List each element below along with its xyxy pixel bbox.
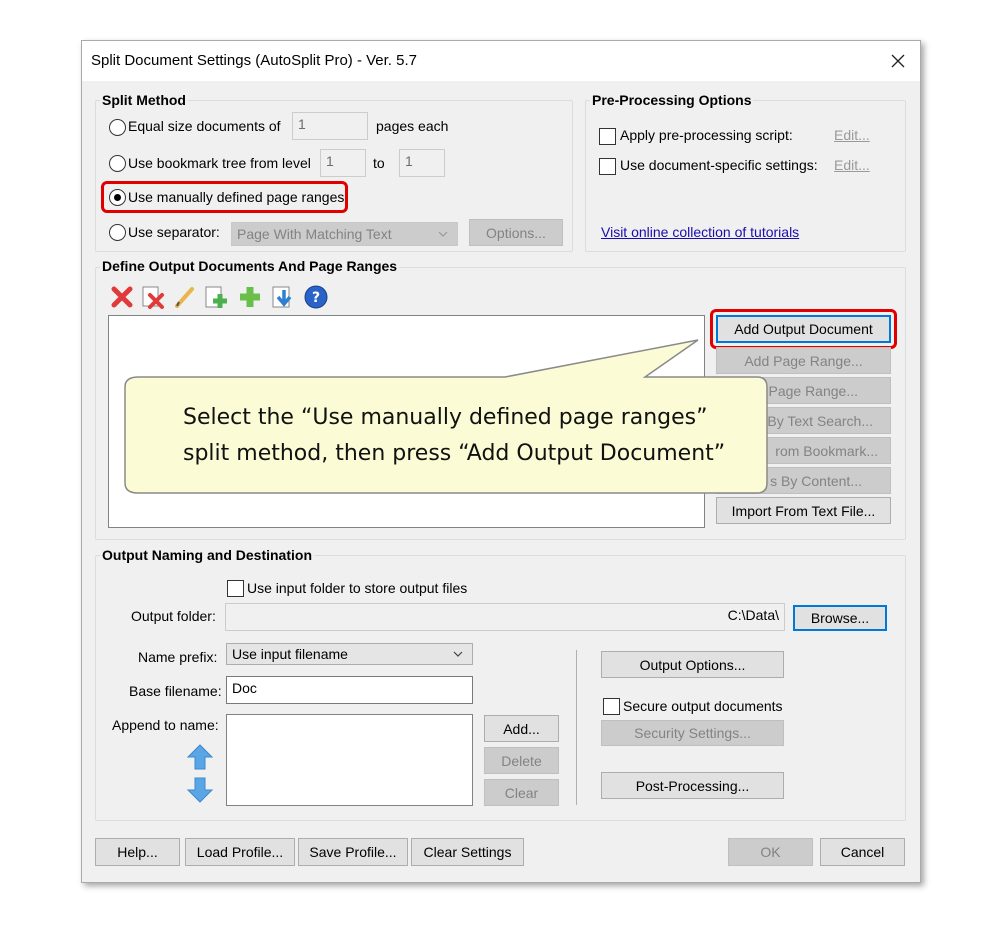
separator-label: Use separator: xyxy=(128,224,220,240)
from-bookmark-button-label: rom Bookmark... xyxy=(775,442,878,459)
vertical-divider xyxy=(576,650,577,805)
use-input-folder-checkbox[interactable] xyxy=(227,580,244,597)
equal-size-label: Equal size documents of xyxy=(128,118,281,134)
title-bar: Split Document Settings (AutoSplit Pro) … xyxy=(82,41,920,81)
ok-button[interactable]: OK xyxy=(728,838,813,866)
move-up-button[interactable] xyxy=(186,743,214,771)
preprocessing-label: Pre-Processing Options xyxy=(590,92,754,108)
security-settings-button[interactable]: Security Settings... xyxy=(601,720,784,746)
append-clear-button[interactable]: Clear xyxy=(484,779,559,806)
bookmark-level-from-input[interactable]: 1 xyxy=(320,149,366,177)
append-to-name-list[interactable] xyxy=(226,714,473,806)
load-profile-button[interactable]: Load Profile... xyxy=(185,838,295,866)
pages-each-input[interactable]: 1 xyxy=(292,112,368,140)
import-from-text-file-button[interactable]: Import From Text File... xyxy=(716,497,891,524)
edit-pencil-icon[interactable] xyxy=(172,284,198,310)
radio-equal-size[interactable] xyxy=(109,119,126,136)
callout-text: Select the “Use manually defined page ra… xyxy=(183,400,743,472)
dialog-title: Split Document Settings (AutoSplit Pro) … xyxy=(91,52,417,69)
clear-settings-button[interactable]: Clear Settings xyxy=(411,838,524,866)
post-processing-button[interactable]: Post-Processing... xyxy=(601,772,784,799)
help-button[interactable]: Help... xyxy=(95,838,180,866)
delete-icon[interactable] xyxy=(109,284,135,310)
pages-each-label: pages each xyxy=(376,118,449,134)
bookmark-to-label: to xyxy=(373,155,385,171)
radio-separator[interactable] xyxy=(109,224,126,241)
separator-select-value: Page With Matching Text xyxy=(237,226,392,242)
move-down-icon[interactable] xyxy=(270,284,296,310)
base-filename-label: Base filename: xyxy=(129,683,222,699)
define-output-label: Define Output Documents And Page Ranges xyxy=(100,258,400,274)
close-icon xyxy=(891,54,905,68)
preprocessing-script-label: Apply pre-processing script: xyxy=(620,127,793,143)
close-button[interactable] xyxy=(884,47,912,75)
append-delete-button[interactable]: Delete xyxy=(484,747,559,774)
name-prefix-select[interactable]: Use input filename xyxy=(226,643,473,665)
tutorials-link[interactable]: Visit online collection of tutorials xyxy=(601,224,799,240)
radio-bookmark-tree[interactable] xyxy=(109,155,126,172)
move-down-button[interactable] xyxy=(186,776,214,804)
output-folder-input[interactable]: C:\Data\ xyxy=(225,603,785,631)
help-icon[interactable]: ? xyxy=(303,284,329,310)
append-add-button[interactable]: Add... xyxy=(484,715,559,742)
save-profile-button[interactable]: Save Profile... xyxy=(298,838,408,866)
use-input-folder-label: Use input folder to store output files xyxy=(247,580,468,596)
manual-ranges-highlight xyxy=(101,181,348,213)
bookmark-tree-label: Use bookmark tree from level xyxy=(128,155,311,171)
arrow-down-icon xyxy=(186,777,214,803)
document-specific-label: Use document-specific settings: xyxy=(620,157,818,173)
separator-options-button[interactable]: Options... xyxy=(469,219,563,246)
document-specific-checkbox[interactable] xyxy=(599,158,616,175)
preprocessing-script-checkbox[interactable] xyxy=(599,128,616,145)
secure-output-label: Secure output documents xyxy=(623,698,783,714)
secure-output-checkbox[interactable] xyxy=(603,698,620,715)
callout-line-1: Select the “Use manually defined page ra… xyxy=(183,405,708,430)
add-icon[interactable] xyxy=(237,284,263,310)
add-document-icon[interactable] xyxy=(203,284,229,310)
bookmark-level-to-input[interactable]: 1 xyxy=(399,149,445,177)
cancel-button[interactable]: Cancel xyxy=(820,838,905,866)
append-to-name-label: Append to name: xyxy=(112,717,219,733)
delete-all-icon[interactable] xyxy=(140,284,166,310)
callout-line-2: split method, then press “Add Output Doc… xyxy=(183,441,726,466)
output-naming-label: Output Naming and Destination xyxy=(100,547,314,563)
output-options-button[interactable]: Output Options... xyxy=(601,651,784,678)
browse-button[interactable]: Browse... xyxy=(793,605,887,631)
name-prefix-label: Name prefix: xyxy=(138,649,218,665)
name-prefix-select-value: Use input filename xyxy=(232,646,348,662)
output-folder-label: Output folder: xyxy=(131,608,216,624)
arrow-up-icon xyxy=(186,744,214,770)
preprocessing-script-edit-link[interactable]: Edit... xyxy=(834,127,870,143)
document-specific-edit-link[interactable]: Edit... xyxy=(834,157,870,173)
chevron-down-icon xyxy=(452,647,464,663)
base-filename-input[interactable]: Doc xyxy=(226,676,473,704)
split-method-label: Split Method xyxy=(100,92,188,108)
chevron-down-icon xyxy=(437,227,449,243)
separator-select[interactable]: Page With Matching Text xyxy=(231,222,458,246)
svg-text:?: ? xyxy=(312,290,320,306)
output-folder-value: C:\Data\ xyxy=(727,607,779,623)
